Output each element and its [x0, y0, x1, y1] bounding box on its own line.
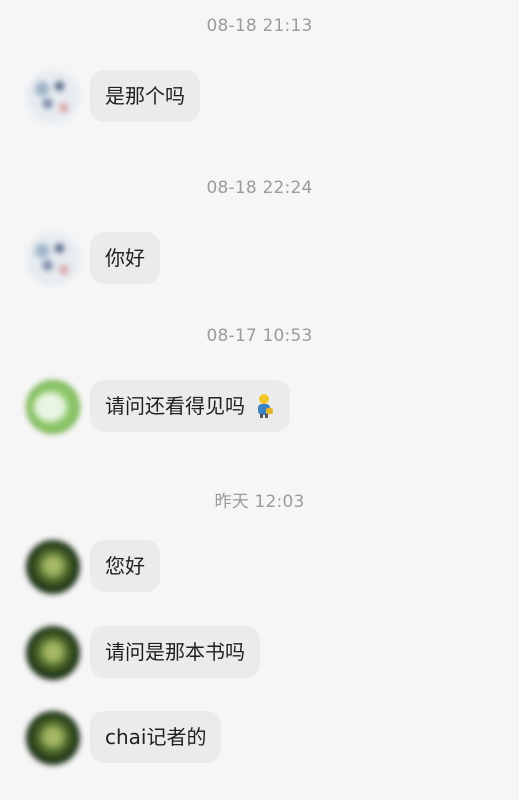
avatar[interactable] [26, 540, 80, 594]
message-timestamp: 昨天 12:03 [214, 492, 305, 512]
message-text: 请问还看得见吗 [105, 394, 245, 418]
message-bubble[interactable]: 你好 [90, 232, 160, 284]
message-text: 请问是那本书吗 [105, 640, 245, 664]
message-bubble[interactable]: 请问是那本书吗 [90, 626, 260, 678]
message-bubble[interactable]: 是那个吗 [90, 70, 200, 122]
avatar[interactable] [26, 380, 80, 434]
avatar[interactable] [26, 70, 80, 124]
message-timestamp: 08-17 10:53 [206, 326, 313, 346]
message-text: chai记者的 [105, 725, 207, 749]
person-icon [258, 393, 274, 418]
chat-history: 08-18 21:13 是那个吗 08-18 22:24 你好 08-17 10… [0, 0, 519, 800]
avatar[interactable] [26, 626, 80, 680]
message-timestamp: 08-18 21:13 [206, 16, 313, 36]
avatar[interactable] [26, 232, 80, 286]
message-text: 您好 [105, 554, 145, 578]
message-timestamp: 08-18 22:24 [206, 178, 313, 198]
message-text: 是那个吗 [105, 84, 185, 108]
message-bubble[interactable]: 您好 [90, 540, 160, 592]
message-bubble[interactable]: 请问还看得见吗 [90, 380, 291, 432]
message-bubble[interactable]: chai记者的 [90, 711, 222, 763]
message-text: 你好 [105, 246, 145, 270]
avatar[interactable] [26, 711, 80, 765]
